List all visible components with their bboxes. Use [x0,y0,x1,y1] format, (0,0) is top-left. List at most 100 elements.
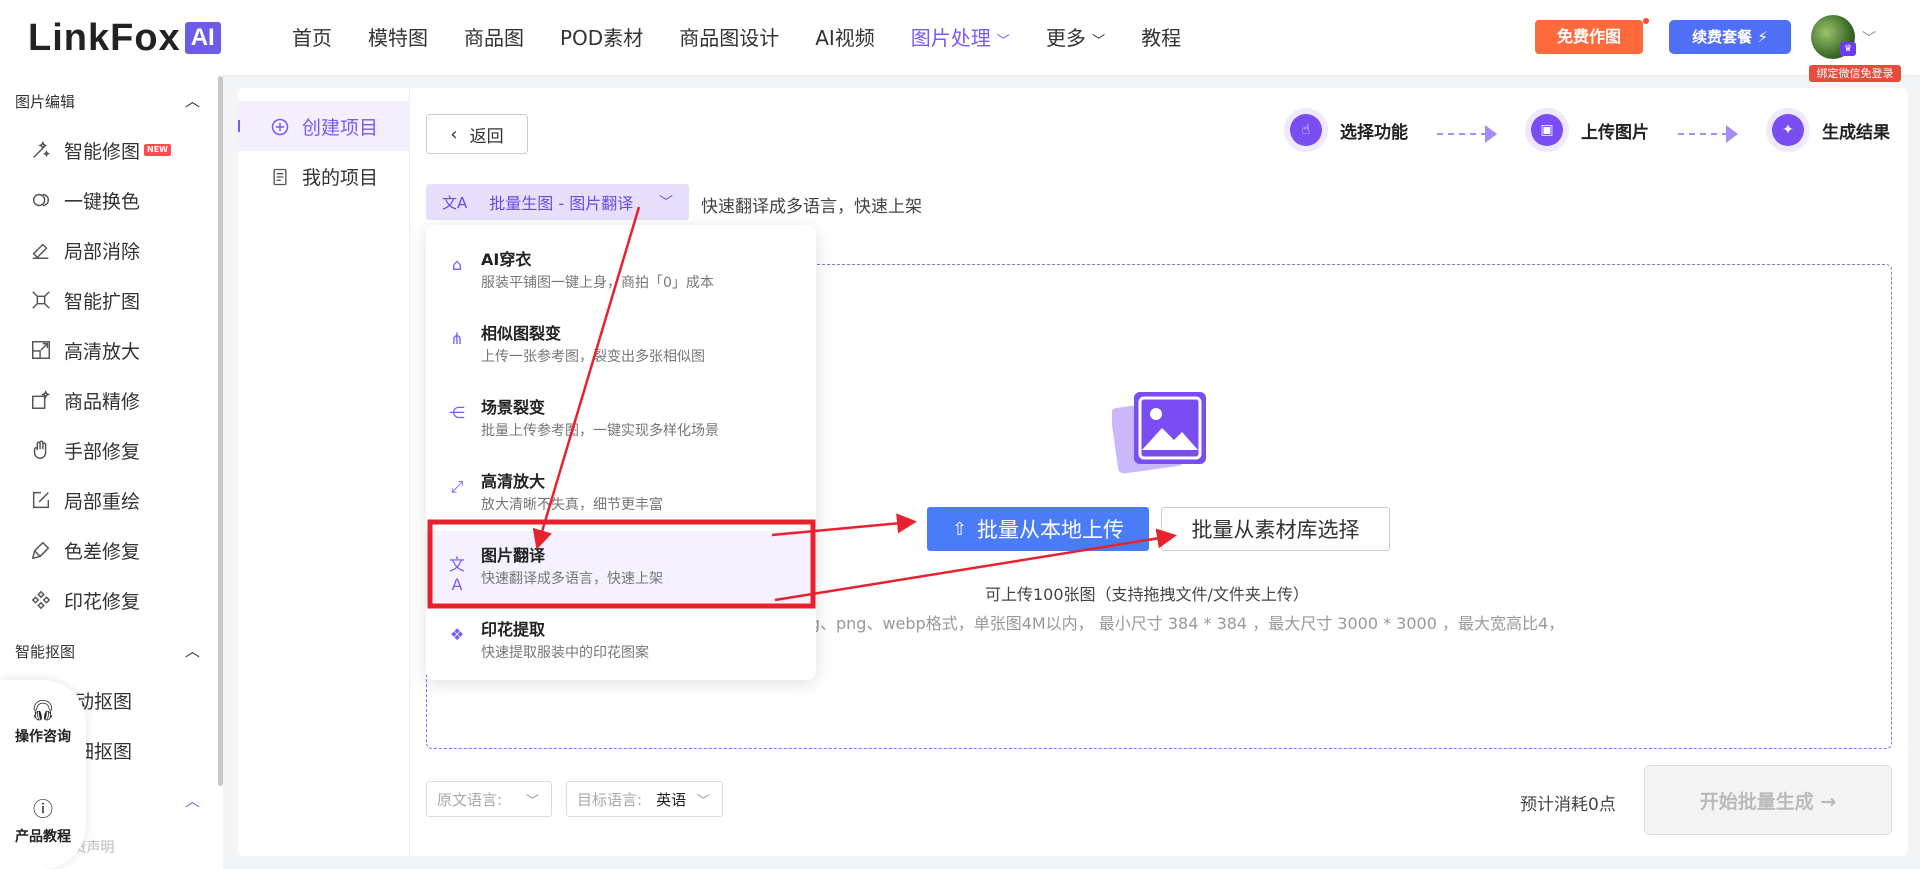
chevron-up-icon: ︿ [184,92,200,110]
new-badge: NEW [144,144,171,156]
chevron-down-icon: ﹀ [659,195,673,211]
help-circle-icon: ⓘ [33,797,53,821]
pattern-icon [31,590,51,610]
step-select-function: ☝ 选择功能 [1284,108,1408,152]
dropdown-item-upscale[interactable]: ⤢ 高清放大 放大清晰不失真，细节更丰富 [426,457,816,529]
arrow-right-icon [1485,125,1497,143]
upload-from-library-button[interactable]: 批量从素材库选择 [1161,507,1390,551]
chevron-down-icon: ﹀ [992,34,1010,49]
branch-icon: ⋲ [449,403,465,422]
edit-icon [32,491,50,509]
dropdown-item-title: 高清放大 [481,472,546,491]
sidebar-item-smart-retouch[interactable]: 智能修图 NEW [30,135,171,165]
tutorial-button[interactable]: ⓘ 产品教程 [0,793,86,846]
subnav-active-indicator [238,120,240,132]
nav-home[interactable]: 首页 [292,24,332,56]
sidebar-item-upscale[interactable]: 高清放大 [30,335,140,365]
consult-label: 操作咨询 [15,729,71,745]
tutorial-label: 产品教程 [15,829,71,845]
sidebar-scrollbar[interactable] [218,76,223,786]
dropdown-item-desc: 快速翻译成多语言，快速上架 [481,571,663,587]
nav-more-label: 更多 [1045,26,1086,50]
target-language-value: 英语 [656,790,687,809]
nav-pod[interactable]: POD素材 [560,24,643,56]
sidebar-group-label: 智能抠图 [15,643,76,661]
dropdown-item-title: AI穿衣 [481,250,532,269]
upload-icon: ⇧ [951,518,968,540]
sidebar-item-label: 高清放大 [64,340,141,363]
dropdown-item-ai-dressing[interactable]: ⌂ AI穿衣 服装平铺图一键上身，商拍「0」成本 [426,235,816,307]
chevron-down-icon: ﹀ [1087,34,1106,49]
back-button[interactable]: ‹ 返回 [426,114,528,154]
dropdown-item-desc: 服装平铺图一键上身，商拍「0」成本 [481,275,714,291]
back-label: 返回 [469,126,504,147]
sidebar-item-hand-fix[interactable]: 手部修复 [30,435,140,465]
headset-icon: 🎧︎ [30,698,56,722]
sidebar-item-erase[interactable]: 局部消除 [30,235,140,265]
eraser-icon [32,243,49,259]
subnav-create-project[interactable]: 创建项目 [270,113,378,140]
tap-icon: ☝ [1290,114,1322,146]
sidebar-item-label: 一键换色 [64,190,141,213]
subnav-my-projects[interactable]: 我的项目 [270,163,378,190]
dropdown-item-desc: 快速提取服装中的印花图案 [481,645,649,661]
project-subnav [238,88,410,856]
mode-dropdown-menu: ⌂ AI穿衣 服装平铺图一键上身，商拍「0」成本 ⋔ 相似图裂变 上传一张参考图… [426,225,816,680]
sidebar-item-repaint[interactable]: 局部重绘 [30,485,140,515]
document-icon [273,168,287,185]
estimated-cost: 预计消耗0点 [1520,795,1616,815]
upscale-icon: ⤢ [450,477,464,496]
dropdown-item-desc: 放大清晰不失真，细节更丰富 [481,497,663,513]
mode-select[interactable]: 文A 批量生图 - 图片翻译 ﹀ [426,184,689,220]
sidebar-group-smart-cutout[interactable]: 智能抠图 ︿ [15,641,200,662]
dropdown-item-similar-variation[interactable]: ⋔ 相似图裂变 上传一张参考图，裂变出多张相似图 [426,309,816,381]
nav-tutorial[interactable]: 教程 [1141,24,1181,56]
logo[interactable]: LinkFox AI [28,18,221,58]
plus-circle-icon [271,118,289,135]
sidebar-item-label: 局部消除 [64,240,141,263]
mode-description: 快速翻译成多语言，快速上架 [701,197,922,217]
upload-local-button[interactable]: ⇧ 批量从本地上传 [927,507,1149,551]
brush-icon [31,541,50,560]
source-language-label: 原文语言: [437,790,503,809]
step-label: 选择功能 [1340,122,1408,143]
chevron-down-icon: ﹀ [696,793,710,809]
sidebar-item-label: 印花修复 [64,590,141,613]
image-placeholder-icon [1112,392,1206,474]
renew-plan-button[interactable]: 续费套餐 ⚡ [1669,20,1791,54]
image-upload-icon: ▣ [1531,114,1563,146]
nav-image-processing[interactable]: 图片处理 ﹀ [911,24,1010,56]
chevron-down-icon[interactable]: ﹀ [1862,28,1876,48]
nav-more[interactable]: 更多 ﹀ [1046,24,1105,56]
source-language-select[interactable]: 原文语言: ﹀ [426,781,552,817]
nav-video[interactable]: AI视频 [815,24,875,56]
step-label: 上传图片 [1581,122,1649,143]
sidebar-item-color-fix[interactable]: 色差修复 [30,535,140,565]
step-icon-wrap: ☝ [1284,108,1328,152]
sidebar-item-expand[interactable]: 智能扩图 [30,285,140,315]
hand-icon [33,440,47,459]
consult-button[interactable]: 🎧︎ 操作咨询 [0,698,86,746]
dropdown-item-print-extract[interactable]: ❖ 印花提取 快速提取服装中的印花图案 [426,605,816,677]
sidebar-item-product-retouch[interactable]: 商品精修 [30,385,140,415]
expand-icon [32,291,50,309]
magic-wand-icon [33,141,50,158]
bind-wechat-tag[interactable]: 绑定微信免登录 [1809,65,1901,82]
pattern-icon: ❖ [449,625,465,644]
notification-dot [1643,18,1649,24]
start-batch-button[interactable]: 开始批量生成 → [1644,765,1892,835]
nav-product[interactable]: 商品图 [464,24,524,56]
sidebar-item-color-swap[interactable]: 一键换色 [30,185,140,215]
free-create-button[interactable]: 免费作图 [1535,20,1643,54]
sidebar-group-image-edit[interactable]: 图片编辑 ︿ [15,91,200,112]
dropdown-item-desc: 上传一张参考图，裂变出多张相似图 [481,349,705,365]
nav-model[interactable]: 模特图 [368,24,428,56]
sidebar-item-print-fix[interactable]: 印花修复 [30,585,140,615]
dropdown-item-image-translate[interactable]: 文A 图片翻译 快速翻译成多语言，快速上架 [426,531,816,603]
dropdown-item-title: 图片翻译 [481,546,546,565]
target-language-label: 目标语言: [577,790,643,809]
target-language-select[interactable]: 目标语言: 英语 ﹀ [566,781,723,817]
step-label: 生成结果 [1822,122,1890,143]
nav-design[interactable]: 商品图设计 [679,24,779,56]
dropdown-item-scene-variation[interactable]: ⋲ 场景裂变 批量上传参考图，一键实现多样化场景 [426,383,816,455]
